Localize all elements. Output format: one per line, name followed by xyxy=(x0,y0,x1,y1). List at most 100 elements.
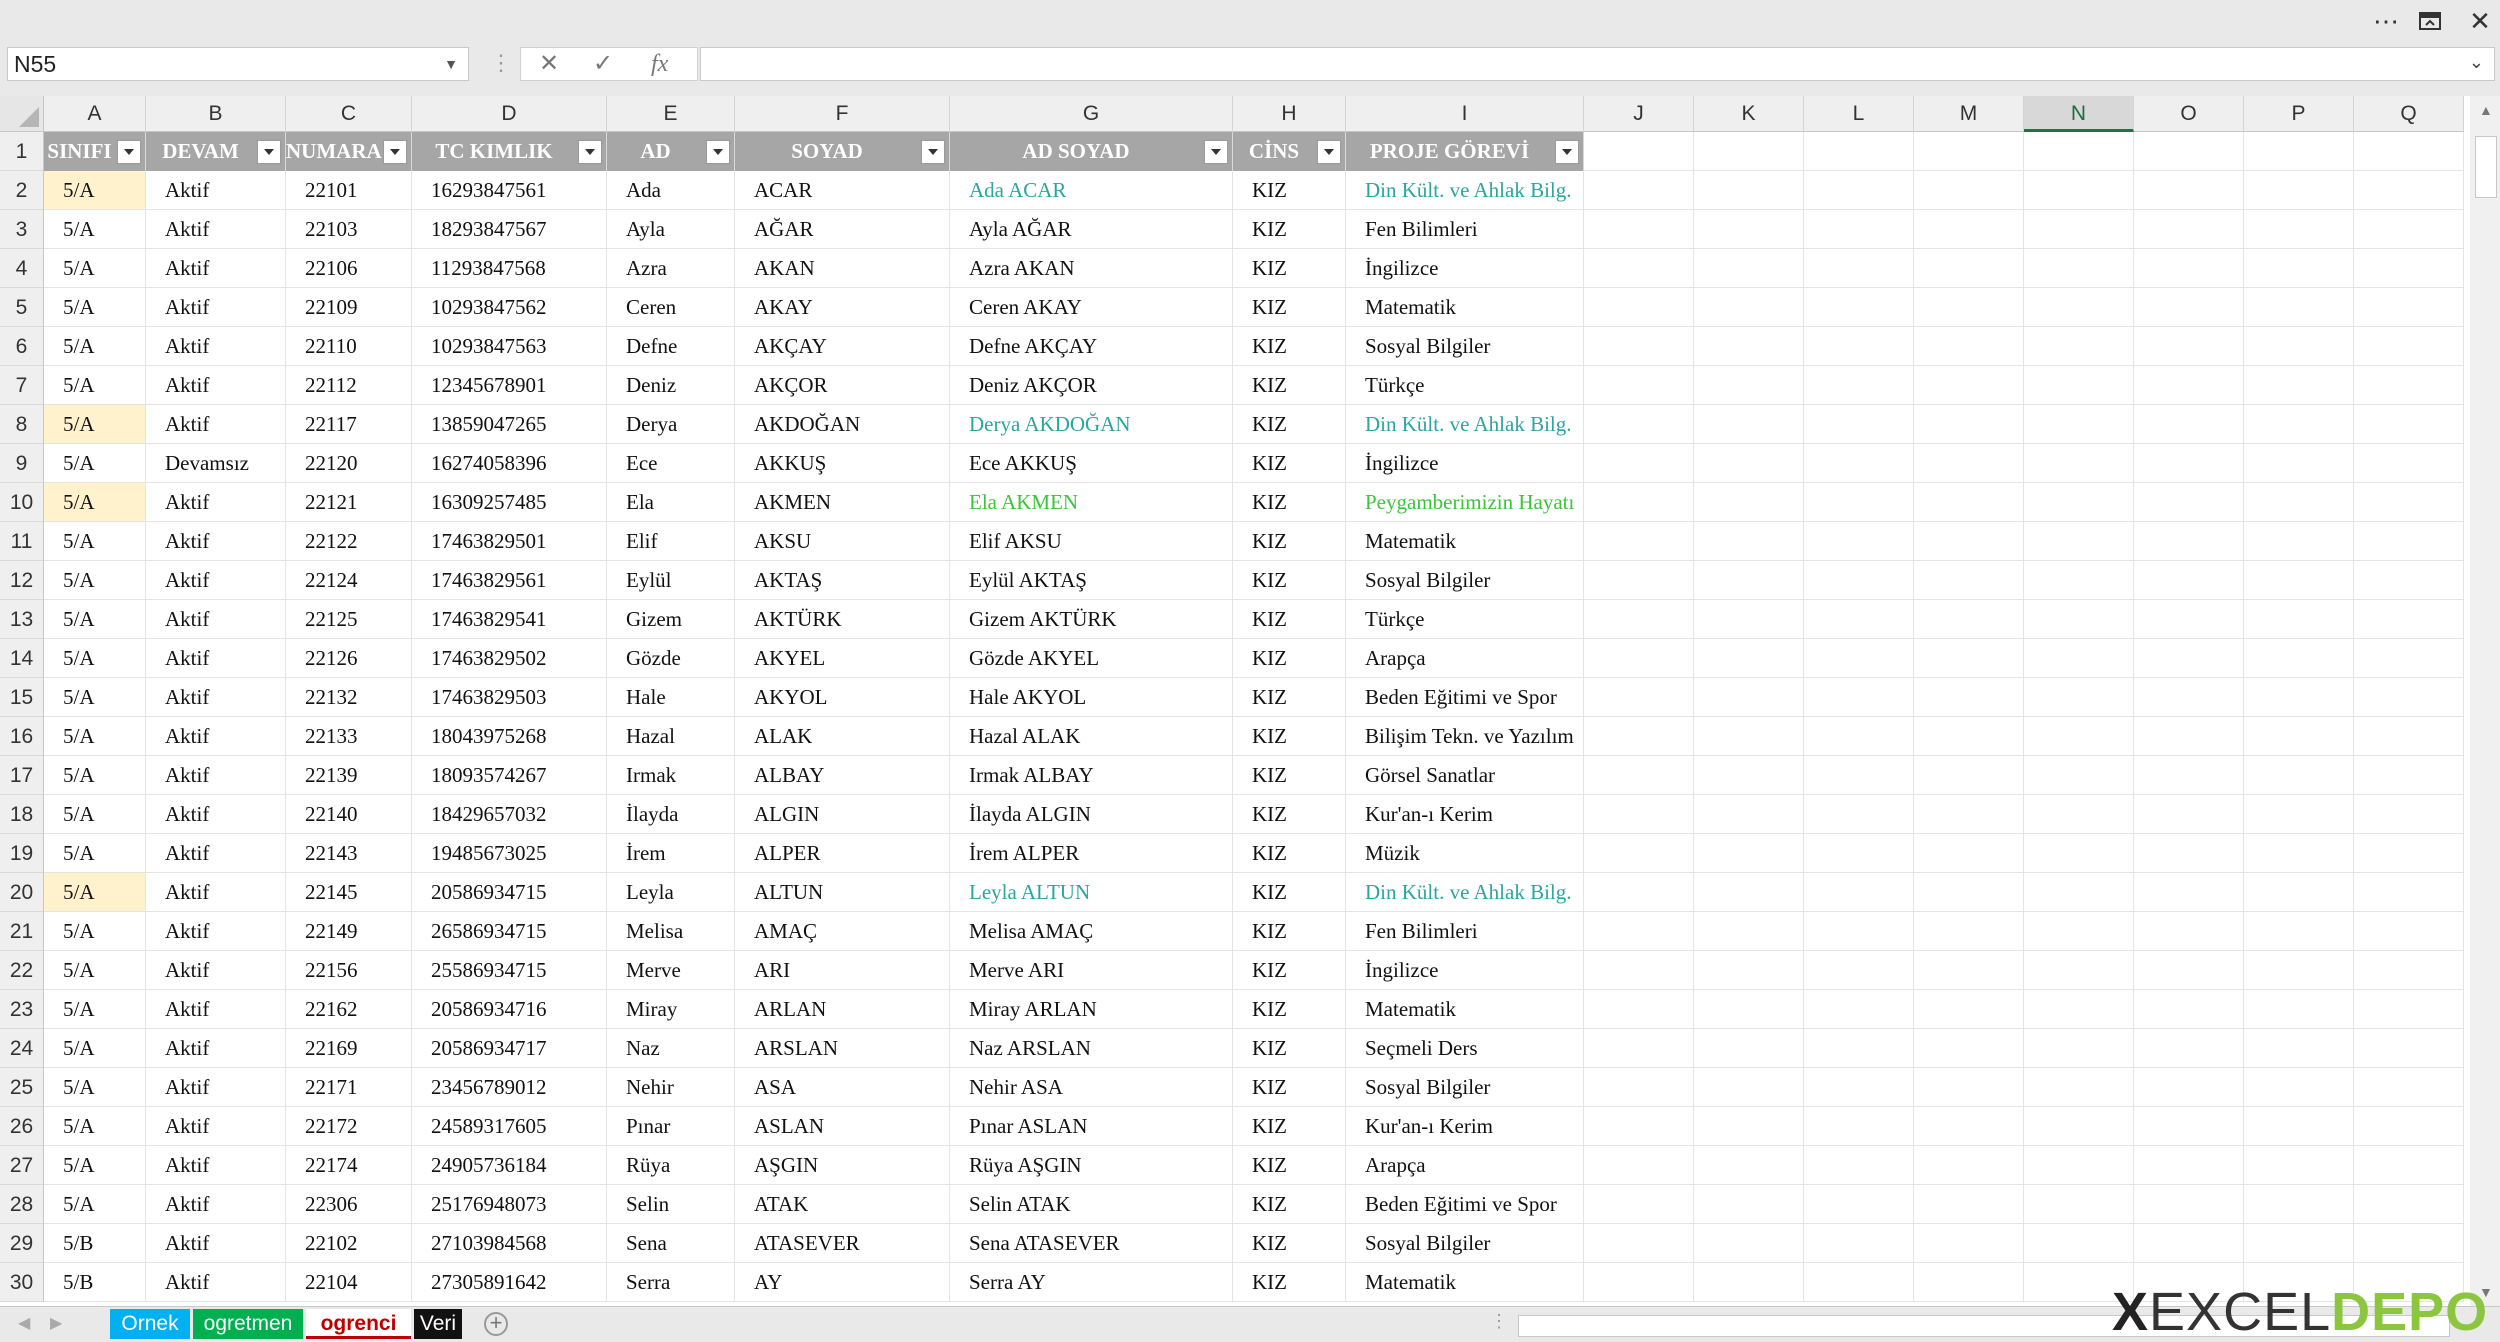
table-cell[interactable]: Gözde xyxy=(607,639,735,678)
empty-cell[interactable] xyxy=(2134,912,2244,951)
table-cell[interactable]: ALTUN xyxy=(735,873,950,912)
empty-cell[interactable] xyxy=(2134,756,2244,795)
filter-dropdown-icon[interactable] xyxy=(117,140,141,164)
table-cell[interactable]: 27305891642 xyxy=(412,1263,607,1302)
empty-cell[interactable] xyxy=(2244,561,2354,600)
empty-cell[interactable] xyxy=(2354,951,2464,990)
empty-cell[interactable] xyxy=(2024,873,2134,912)
table-cell[interactable]: Görsel Sanatlar xyxy=(1346,756,1584,795)
table-cell[interactable]: 5/A xyxy=(44,990,146,1029)
column-header-m[interactable]: M xyxy=(1914,96,2024,132)
empty-cell[interactable] xyxy=(1584,912,1694,951)
empty-cell[interactable] xyxy=(2134,171,2244,210)
empty-cell[interactable] xyxy=(1914,600,2024,639)
table-cell[interactable]: Arapça xyxy=(1346,639,1584,678)
table-cell[interactable]: 22104 xyxy=(286,1263,412,1302)
empty-cell[interactable] xyxy=(1804,132,1914,171)
empty-cell[interactable] xyxy=(1804,990,1914,1029)
table-cell[interactable]: Din Kült. ve Ahlak Bilg. xyxy=(1346,873,1584,912)
row-header-26[interactable]: 26 xyxy=(0,1107,44,1146)
table-cell[interactable]: KIZ xyxy=(1233,327,1346,366)
empty-cell[interactable] xyxy=(1584,717,1694,756)
empty-cell[interactable] xyxy=(1584,795,1694,834)
table-cell[interactable]: 5/A xyxy=(44,951,146,990)
row-header-14[interactable]: 14 xyxy=(0,639,44,678)
empty-cell[interactable] xyxy=(1804,288,1914,327)
empty-cell[interactable] xyxy=(1914,990,2024,1029)
table-cell[interactable]: Ada xyxy=(607,171,735,210)
table-cell[interactable]: Sena xyxy=(607,1224,735,1263)
row-header-12[interactable]: 12 xyxy=(0,561,44,600)
row-header-21[interactable]: 21 xyxy=(0,912,44,951)
table-cell[interactable]: Ceren AKAY xyxy=(950,288,1233,327)
table-cell[interactable]: KIZ xyxy=(1233,834,1346,873)
empty-cell[interactable] xyxy=(1694,639,1804,678)
row-header-1[interactable]: 1 xyxy=(0,132,44,171)
cancel-icon[interactable]: ✕ xyxy=(539,48,559,80)
table-cell[interactable]: AY xyxy=(735,1263,950,1302)
table-cell[interactable]: 22139 xyxy=(286,756,412,795)
empty-cell[interactable] xyxy=(2244,717,2354,756)
empty-cell[interactable] xyxy=(1584,1068,1694,1107)
table-cell[interactable]: Aktif xyxy=(146,912,286,951)
empty-cell[interactable] xyxy=(1914,1107,2024,1146)
empty-cell[interactable] xyxy=(2024,951,2134,990)
table-cell[interactable]: 22149 xyxy=(286,912,412,951)
empty-cell[interactable] xyxy=(2134,1185,2244,1224)
table-cell[interactable]: 5/A xyxy=(44,717,146,756)
table-cell[interactable]: 22124 xyxy=(286,561,412,600)
table-cell[interactable]: KIZ xyxy=(1233,288,1346,327)
table-cell[interactable]: Irmak ALBAY xyxy=(950,756,1233,795)
table-cell[interactable]: Eylül xyxy=(607,561,735,600)
empty-cell[interactable] xyxy=(2244,639,2354,678)
table-cell[interactable]: AKMEN xyxy=(735,483,950,522)
table-cell[interactable]: 17463829503 xyxy=(412,678,607,717)
table-cell[interactable]: 5/A xyxy=(44,873,146,912)
empty-cell[interactable] xyxy=(1694,483,1804,522)
row-header-20[interactable]: 20 xyxy=(0,873,44,912)
empty-cell[interactable] xyxy=(1584,1029,1694,1068)
table-cell[interactable]: Aktif xyxy=(146,795,286,834)
column-header-q[interactable]: Q xyxy=(2354,96,2464,132)
table-cell[interactable]: ALAK xyxy=(735,717,950,756)
filter-dropdown-icon[interactable] xyxy=(257,140,281,164)
table-cell[interactable]: 22156 xyxy=(286,951,412,990)
formula-input[interactable]: ⌄ xyxy=(700,47,2495,81)
table-cell[interactable]: Müzik xyxy=(1346,834,1584,873)
row-header-6[interactable]: 6 xyxy=(0,327,44,366)
empty-cell[interactable] xyxy=(1584,834,1694,873)
empty-cell[interactable] xyxy=(2354,444,2464,483)
table-cell[interactable]: KIZ xyxy=(1233,1068,1346,1107)
row-header-19[interactable]: 19 xyxy=(0,834,44,873)
column-header-p[interactable]: P xyxy=(2244,96,2354,132)
table-cell[interactable]: Gözde AKYEL xyxy=(950,639,1233,678)
table-cell[interactable]: 5/A xyxy=(44,561,146,600)
table-cell[interactable]: Bilişim Tekn. ve Yazılım xyxy=(1346,717,1584,756)
empty-cell[interactable] xyxy=(1914,1029,2024,1068)
enter-icon[interactable]: ✓ xyxy=(593,48,613,80)
table-cell[interactable]: Sena ATASEVER xyxy=(950,1224,1233,1263)
filter-dropdown-icon[interactable] xyxy=(1555,140,1579,164)
row-header-4[interactable]: 4 xyxy=(0,249,44,288)
table-cell[interactable]: Aktif xyxy=(146,483,286,522)
column-header-g[interactable]: G xyxy=(950,96,1233,132)
table-cell[interactable]: ARI xyxy=(735,951,950,990)
table-cell[interactable]: Naz xyxy=(607,1029,735,1068)
column-header-i[interactable]: I xyxy=(1346,96,1584,132)
empty-cell[interactable] xyxy=(1584,327,1694,366)
table-cell[interactable]: KIZ xyxy=(1233,1263,1346,1302)
table-cell[interactable]: KIZ xyxy=(1233,678,1346,717)
empty-cell[interactable] xyxy=(2134,1224,2244,1263)
table-cell[interactable]: KIZ xyxy=(1233,795,1346,834)
table-cell[interactable]: Ada ACAR xyxy=(950,171,1233,210)
table-header-cell[interactable]: NUMARA xyxy=(286,132,412,171)
row-header-16[interactable]: 16 xyxy=(0,717,44,756)
empty-cell[interactable] xyxy=(2134,561,2244,600)
empty-cell[interactable] xyxy=(1914,1146,2024,1185)
empty-cell[interactable] xyxy=(1584,483,1694,522)
table-cell[interactable]: AKDOĞAN xyxy=(735,405,950,444)
table-cell[interactable]: 22106 xyxy=(286,249,412,288)
table-cell[interactable]: ALGIN xyxy=(735,795,950,834)
empty-cell[interactable] xyxy=(2244,1107,2354,1146)
table-cell[interactable]: 5/A xyxy=(44,1107,146,1146)
